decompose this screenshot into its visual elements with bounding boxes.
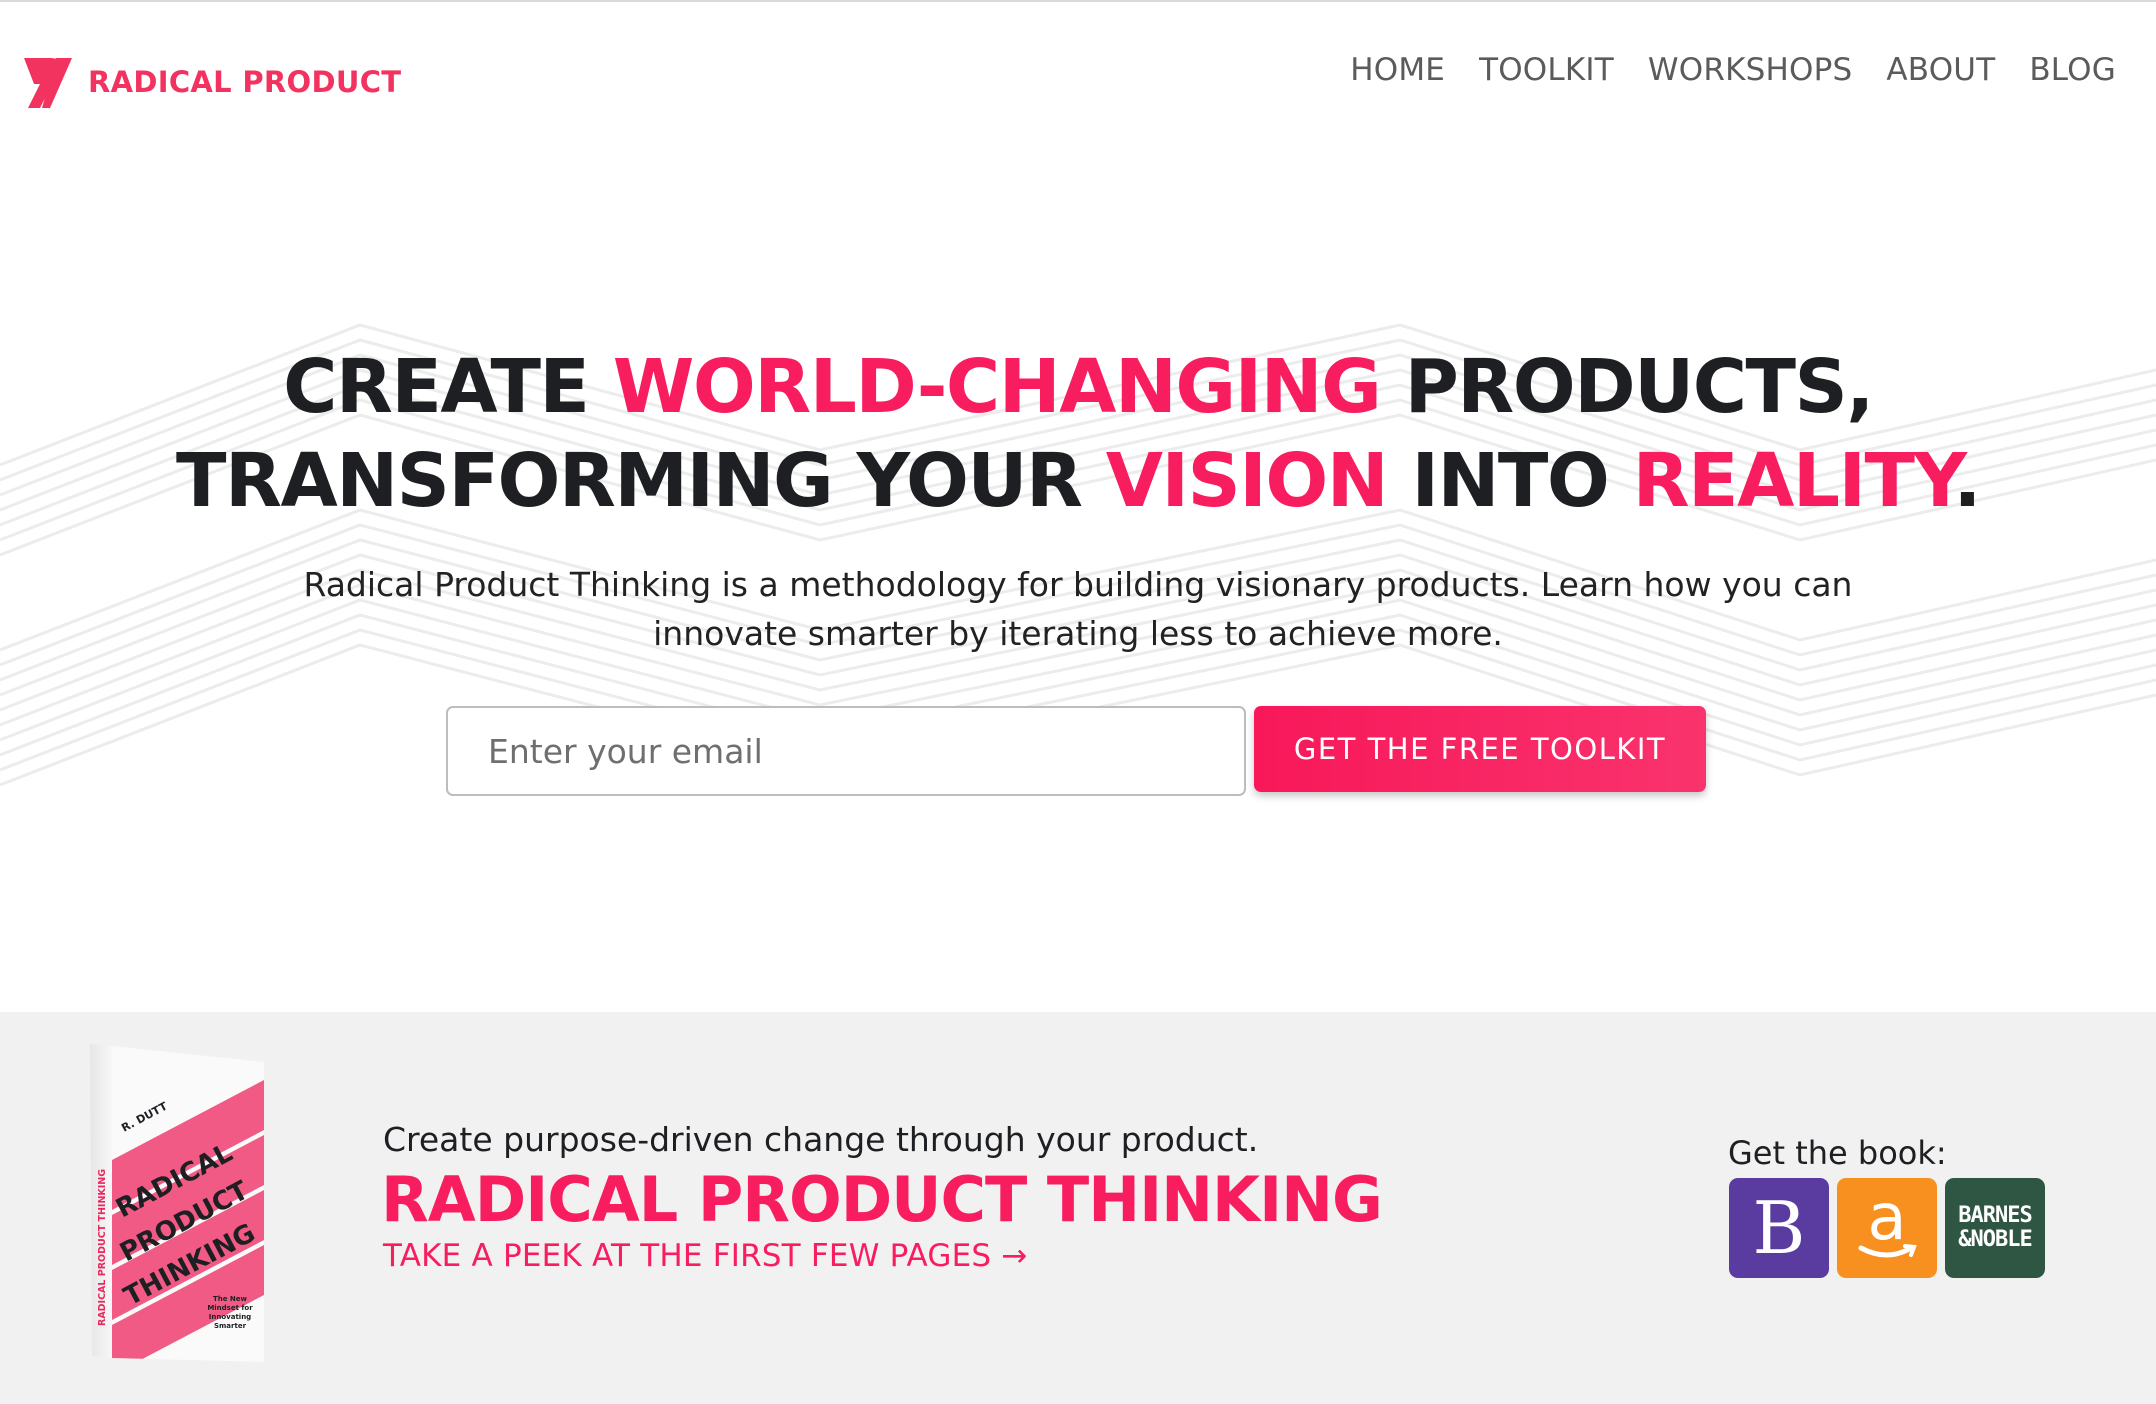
nav-home[interactable]: HOME bbox=[1350, 52, 1445, 88]
book-title: RADICAL PRODUCT THINKING bbox=[381, 1163, 1383, 1236]
nav-about[interactable]: ABOUT bbox=[1886, 52, 1995, 88]
amazon-logo-icon: a bbox=[1867, 1181, 1907, 1255]
nav-blog[interactable]: BLOG bbox=[2029, 52, 2116, 88]
nav-workshops[interactable]: WORKSHOPS bbox=[1648, 52, 1852, 88]
radical-product-logo-icon bbox=[20, 58, 72, 108]
amazon-smile-icon bbox=[1858, 1244, 1917, 1258]
get-free-toolkit-button[interactable]: GET THE FREE TOOLKIT bbox=[1254, 706, 1706, 792]
site-header: RADICAL PRODUCT HOME TOOLKIT WORKSHOPS A… bbox=[0, 2, 2156, 152]
hero-headline: CREATE WORLD-CHANGING PRODUCTS, TRANSFOR… bbox=[0, 340, 2156, 528]
headline-line-2: TRANSFORMING YOUR VISION INTO REALITY. bbox=[176, 438, 1981, 524]
bookshop-logo-icon: B bbox=[1752, 1186, 1806, 1270]
peek-link-label: TAKE A PEEK AT THE FIRST FEW PAGES bbox=[383, 1238, 992, 1274]
logo-link[interactable]: RADICAL PRODUCT bbox=[20, 54, 401, 110]
email-input[interactable] bbox=[446, 706, 1246, 796]
brand-name: RADICAL PRODUCT bbox=[88, 65, 402, 99]
amazon-button[interactable]: a bbox=[1837, 1178, 1937, 1278]
barnes-noble-button[interactable]: BARNES &NOBLE bbox=[1945, 1178, 2045, 1278]
headline-line-1: CREATE WORLD-CHANGING PRODUCTS, bbox=[283, 344, 1874, 430]
page: RADICAL PRODUCT HOME TOOLKIT WORKSHOPS A… bbox=[0, 0, 2156, 1404]
arrow-right-icon: → bbox=[1001, 1238, 1028, 1274]
hero-subtitle: Radical Product Thinking is a methodolog… bbox=[303, 565, 1853, 653]
bookshop-button[interactable]: B bbox=[1729, 1178, 1829, 1278]
get-the-book-label: Get the book: bbox=[1728, 1134, 1947, 1172]
nav-toolkit[interactable]: TOOLKIT bbox=[1479, 52, 1614, 88]
barnes-noble-line-2: &NOBLE bbox=[1958, 1227, 2032, 1252]
barnes-noble-line-1: BARNES bbox=[1958, 1203, 2032, 1228]
book-cover-image[interactable]: RADICAL PRODUCT THINKING R. DUTT RADICAL… bbox=[84, 1040, 284, 1370]
book-tagline: Create purpose-driven change through you… bbox=[383, 1120, 1259, 1159]
main-nav: HOME TOOLKIT WORKSHOPS ABOUT BLOG bbox=[1350, 52, 2116, 88]
book-spine-text: RADICAL PRODUCT THINKING bbox=[97, 1169, 108, 1326]
book-cover-subtitle-box: The New Mindset for Innovating Smarter bbox=[207, 1295, 253, 1330]
peek-first-pages-link[interactable]: TAKE A PEEK AT THE FIRST FEW PAGES → bbox=[383, 1238, 1027, 1274]
book-cover-subtitle: The New Mindset for Innovating Smarter bbox=[207, 1295, 253, 1330]
